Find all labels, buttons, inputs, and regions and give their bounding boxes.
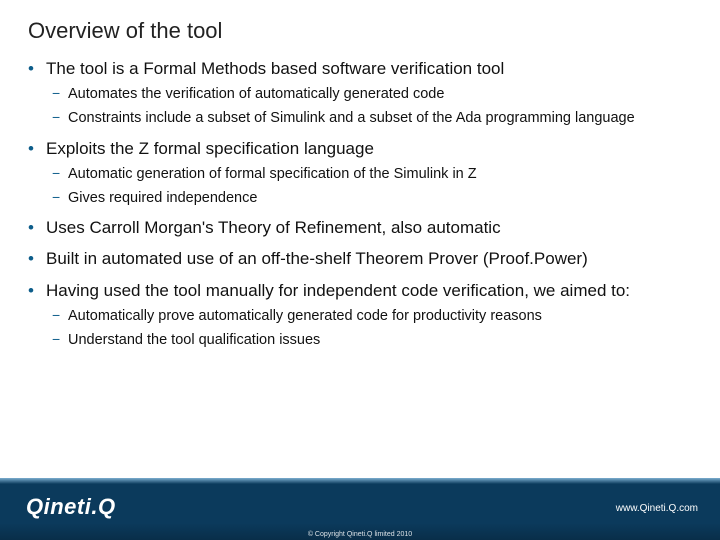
slide-content: Overview of the tool The tool is a Forma… xyxy=(0,0,720,349)
list-item: Automatic generation of formal specifica… xyxy=(28,165,692,183)
slide-title: Overview of the tool xyxy=(28,18,692,44)
slide: Overview of the tool The tool is a Forma… xyxy=(0,0,720,540)
footer-band: Qineti.Q www.Qineti.Q.com © Copyright Qi… xyxy=(0,484,720,540)
list-item: Constraints include a subset of Simulink… xyxy=(28,109,692,127)
list-item: Built in automated use of an off-the-she… xyxy=(28,248,692,269)
list-item: Uses Carroll Morgan's Theory of Refineme… xyxy=(28,217,692,238)
list-item: Gives required independence xyxy=(28,189,692,207)
brand-logo: Qineti.Q xyxy=(26,494,116,520)
list-item: The tool is a Formal Methods based softw… xyxy=(28,58,692,79)
list-item: Understand the tool qualification issues xyxy=(28,331,692,349)
bullet-list: The tool is a Formal Methods based softw… xyxy=(28,58,692,349)
list-item: Exploits the Z formal specification lang… xyxy=(28,138,692,159)
footer-url: www.Qineti.Q.com xyxy=(616,503,698,514)
list-item: Having used the tool manually for indepe… xyxy=(28,280,692,301)
list-item: Automatically prove automatically genera… xyxy=(28,307,692,325)
list-item: Automates the verification of automatica… xyxy=(28,85,692,103)
footer-copyright: © Copyright Qineti.Q limited 2010 xyxy=(0,531,720,538)
